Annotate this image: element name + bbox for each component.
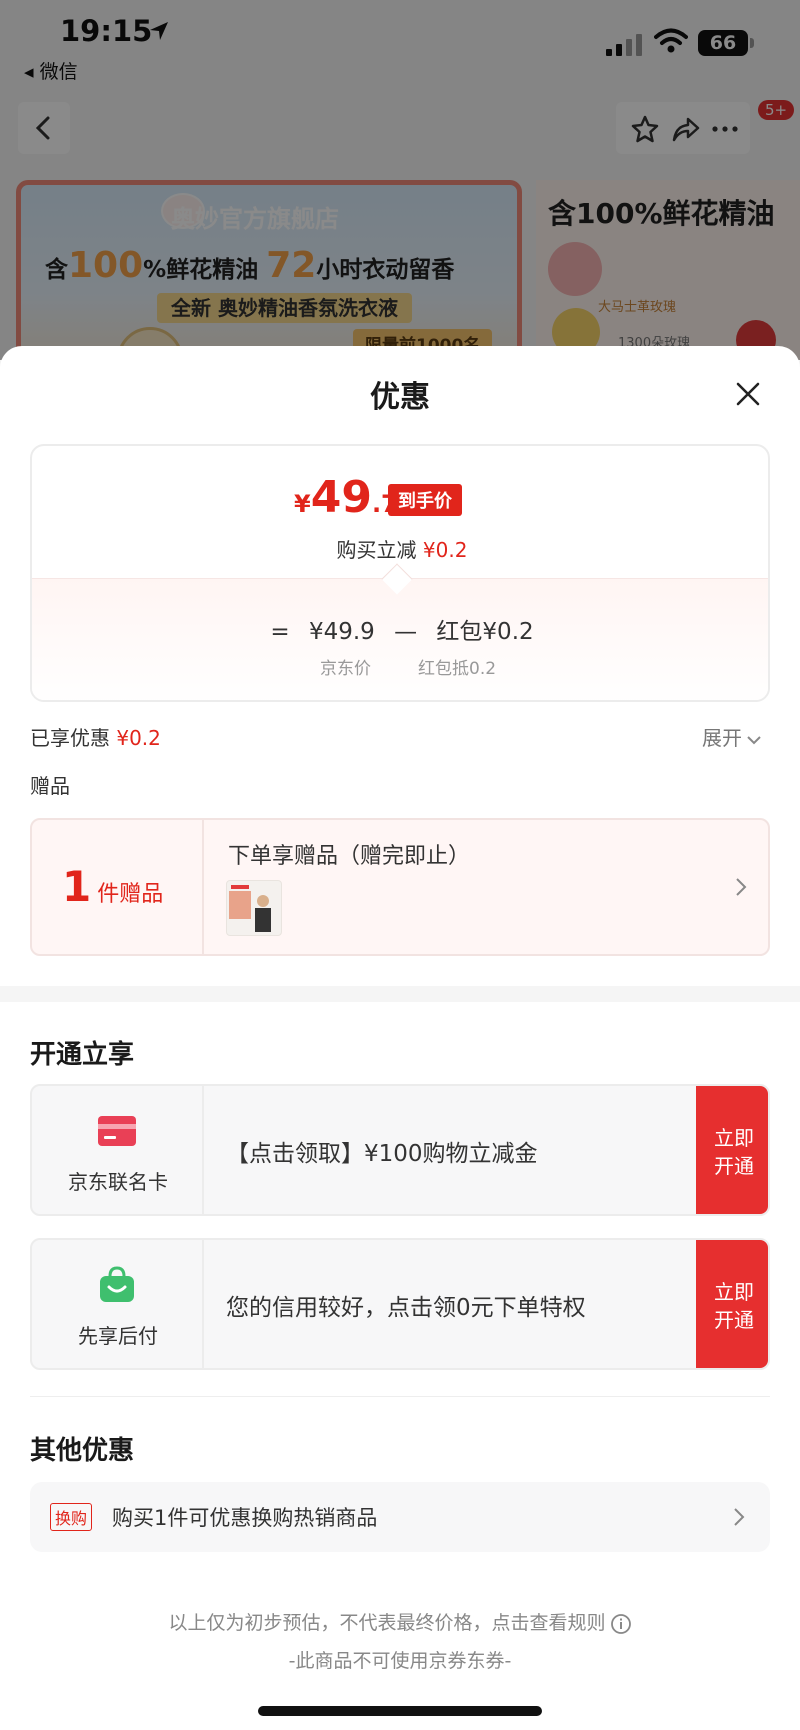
enjoyed-discount: 已享优惠 ¥0.2 [30, 726, 161, 750]
other-section-title: 其他优惠 [30, 1436, 135, 1466]
activate-button[interactable]: 立即 开通 [696, 1086, 768, 1214]
instant-reduction: 购买立减 ¥0.2 [336, 538, 468, 562]
offer-card-pay-later[interactable]: 先享后付 您的信用较好，点击领0元下单特权 立即 开通 [30, 1238, 770, 1370]
section-divider [0, 986, 800, 1002]
shopping-bag-icon [100, 1266, 134, 1302]
price-card: ¥49.7 到手价 购买立减 ¥0.2 = ¥49.9 — 红包¥0.2 京东价… [30, 444, 770, 702]
discount-sheet: 优惠 ¥49.7 到手价 购买立减 ¥0.2 = ¥49.9 — 红包¥0.2 … [0, 346, 800, 1730]
no-coupon-note: -此商品不可使用京券东券- [288, 1650, 512, 1672]
trade-in-tag: 换购 [50, 1503, 93, 1531]
gift-section-label: 赠品 [30, 774, 70, 798]
expand-button[interactable]: 展开 [702, 722, 762, 751]
final-price-tag: 到手价 [388, 484, 462, 516]
close-icon[interactable] [730, 376, 766, 412]
gift-thumbnail [226, 880, 282, 936]
home-indicator[interactable] [258, 1706, 542, 1716]
gift-count: 1 件赠品 [62, 862, 164, 911]
thin-divider [30, 1396, 770, 1397]
final-price: ¥49.7 [294, 472, 398, 523]
offer-text: 您的信用较好，点击领0元下单特权 [226, 1295, 586, 1321]
dim-overlay[interactable] [0, 0, 800, 360]
background-product-page: 19:15 ◂ 微信 66 5+ 奥妙官方旗舰店 含100%鲜花精油 72小时衣… [0, 0, 800, 360]
gift-count-box: 1 件赠品 [32, 820, 204, 954]
offer-left: 先享后付 [32, 1240, 204, 1368]
gift-title: 下单享赠品（赠完即止） [228, 844, 471, 869]
trade-in-text: 购买1件可优惠换购热销商品 [112, 1506, 378, 1530]
price-formula: = ¥49.9 — 红包¥0.2 [270, 619, 534, 645]
offer-card-jd-card[interactable]: 京东联名卡 【点击领取】¥100购物立减金 立即 开通 [30, 1084, 770, 1216]
chevron-right-icon [736, 878, 747, 896]
disclaimer-link[interactable]: 以上仅为初步预估，不代表最终价格，点击查看规则 [0, 1608, 800, 1635]
gift-card[interactable]: 1 件赠品 下单享赠品（赠完即止） [30, 818, 770, 956]
offer-name: 先享后付 [78, 1324, 158, 1348]
sheet-title: 优惠 [370, 380, 430, 415]
chevron-right-icon [734, 1508, 745, 1526]
offer-name: 京东联名卡 [68, 1170, 168, 1194]
info-icon [610, 1613, 631, 1634]
chevron-down-icon [747, 735, 761, 744]
offer-left: 京东联名卡 [32, 1086, 204, 1214]
red-packet-caption: 红包抵0.2 [418, 659, 497, 679]
open-section-title: 开通立享 [30, 1040, 135, 1070]
activate-button[interactable]: 立即 开通 [696, 1240, 768, 1368]
trade-in-offer-row[interactable]: 换购 购买1件可优惠换购热销商品 [30, 1482, 770, 1552]
offer-text: 【点击领取】¥100购物立减金 [226, 1141, 538, 1167]
base-price-caption: 京东价 [320, 659, 371, 679]
card-icon [98, 1116, 136, 1146]
